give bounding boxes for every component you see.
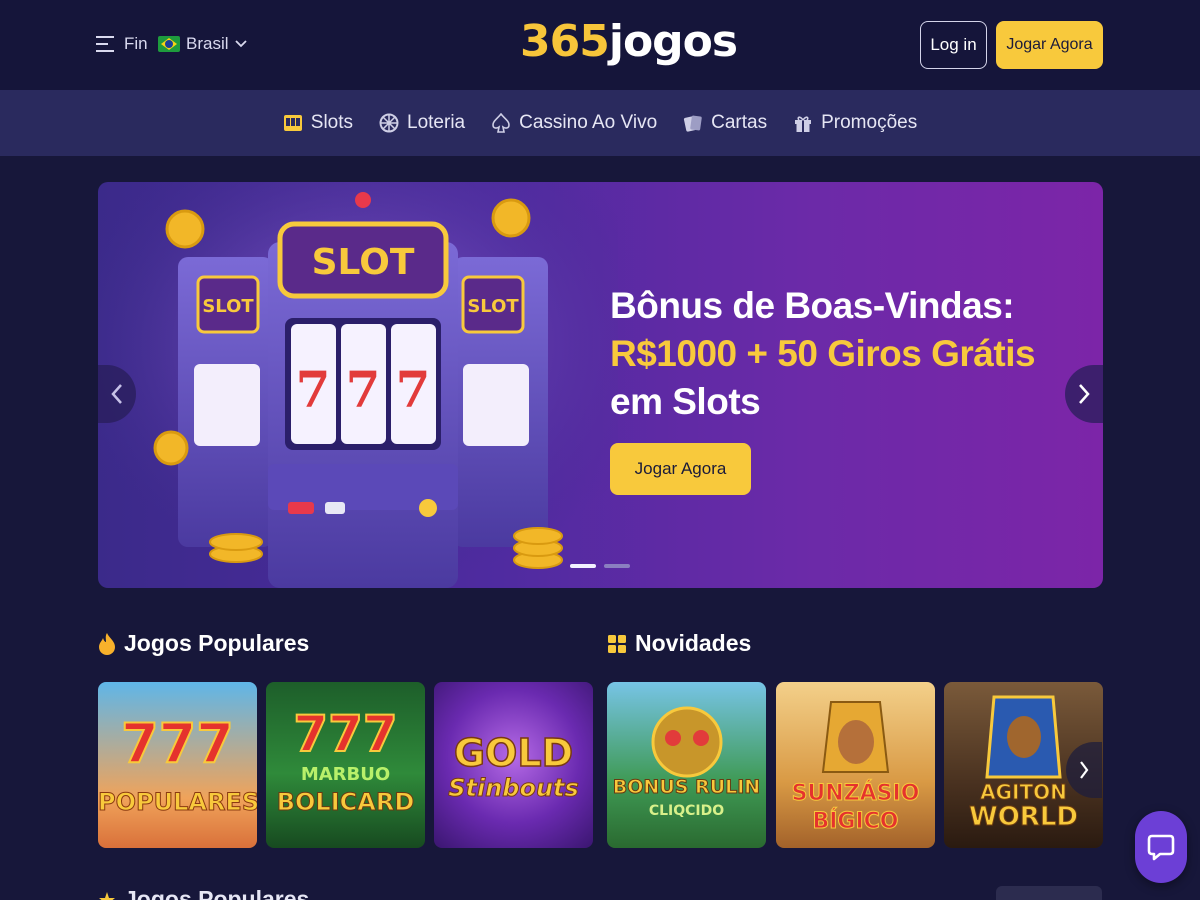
language-label: Brasil bbox=[186, 34, 229, 53]
hero-line-3: em Slots bbox=[610, 381, 761, 422]
chat-bubble-icon bbox=[1147, 834, 1175, 861]
reel-symbol: 7 bbox=[296, 360, 331, 419]
game-title-line: SUNZÁSIO bbox=[791, 781, 920, 806]
game-title-line: GOLD bbox=[453, 731, 574, 775]
game-card-marbuo-bolicard[interactable]: 777 MARBUO BOLICARD bbox=[266, 682, 425, 848]
nav-label: Promoções bbox=[821, 112, 918, 133]
cards-icon bbox=[684, 115, 702, 132]
game-title-line: BONUS RULIN bbox=[612, 776, 761, 798]
game-title-line: 777 bbox=[120, 712, 235, 775]
header: Fin Brasil 365jogos Log in Jogar Agora bbox=[0, 0, 1200, 90]
carousel-dot-2[interactable] bbox=[604, 564, 630, 568]
nav-item-promocoes[interactable]: Promoções bbox=[793, 112, 917, 134]
nav-label: Cartas bbox=[711, 112, 768, 133]
popular-games-title: Jogos Populares bbox=[124, 630, 310, 656]
chevron-right-icon bbox=[1080, 761, 1089, 779]
hero-banner[interactable]: SLOT SLOT SLOT 7 7 7 Bônus de Boas-Vinda… bbox=[98, 182, 1103, 588]
new-games-title: Novidades bbox=[635, 630, 752, 656]
side-slot-label: SLOT bbox=[202, 296, 254, 317]
new-games-heading: Novidades bbox=[607, 630, 751, 657]
bottom-section-title: Jogos Populares bbox=[124, 886, 310, 900]
language-selector[interactable]: Brasil bbox=[158, 34, 247, 54]
game-title-line: WORLD bbox=[969, 802, 1079, 832]
category-nav: Slots Loteria Cassino Ao Vivo Cartas Pro… bbox=[0, 90, 1200, 156]
game-card-bonus-rulin[interactable]: BONUS RULIN CLIQCIDO bbox=[607, 682, 766, 848]
nav-item-loteria[interactable]: Loteria bbox=[379, 112, 465, 134]
game-title-line: MARBUO bbox=[300, 764, 391, 785]
spade-icon bbox=[492, 113, 510, 133]
reel-symbol: 7 bbox=[346, 360, 381, 419]
nav-item-slots[interactable]: Slots bbox=[283, 112, 353, 134]
game-card-sunzasio-bigico[interactable]: SUNZÁSIO BÍGICO bbox=[776, 682, 935, 848]
carousel-dot-1[interactable] bbox=[570, 564, 596, 568]
menu-button[interactable]: Fin bbox=[96, 34, 148, 54]
nav-label: Slots bbox=[310, 112, 354, 133]
star-icon bbox=[99, 891, 115, 900]
slot-machine-illustration: SLOT SLOT SLOT 7 7 7 bbox=[98, 182, 618, 588]
nav-item-cassino-ao-vivo[interactable]: Cassino Ao Vivo bbox=[491, 112, 657, 134]
chat-support-button[interactable] bbox=[1135, 811, 1187, 883]
slot-machine-icon bbox=[283, 115, 302, 131]
game-title-line: BOLICARD bbox=[276, 788, 415, 816]
owl-mask-art bbox=[651, 706, 723, 778]
nav-label: Cassino Ao Vivo bbox=[519, 112, 658, 133]
fire-icon bbox=[99, 632, 115, 655]
nav-label: Loteria bbox=[407, 112, 466, 133]
game-title-line: Stinbouts bbox=[448, 774, 580, 802]
logo-text: jogos bbox=[608, 16, 738, 67]
game-title-line: CLIQCIDO bbox=[648, 803, 725, 819]
play-now-button[interactable]: Jogar Agora bbox=[996, 21, 1103, 69]
game-card-populares[interactable]: 777 POPULARES bbox=[98, 682, 257, 848]
hero-play-button[interactable]: Jogar Agora bbox=[610, 443, 751, 495]
game-card-gold-stinbouts[interactable]: GOLD Stinbouts bbox=[434, 682, 593, 848]
gift-icon bbox=[795, 116, 812, 132]
section-filter-chip[interactable] bbox=[996, 886, 1102, 900]
chevron-down-icon bbox=[234, 40, 247, 48]
lottery-ball-icon bbox=[379, 113, 399, 133]
login-button[interactable]: Log in bbox=[920, 21, 987, 69]
game-title-line: BÍGICO bbox=[812, 809, 899, 834]
chevron-right-icon bbox=[1079, 384, 1090, 404]
hero-line-1: Bônus de Boas-Vindas: bbox=[610, 285, 1015, 326]
nav-item-cartas[interactable]: Cartas bbox=[683, 112, 767, 134]
game-title-line: POPULARES bbox=[98, 788, 257, 816]
side-slot-label-right: SLOT bbox=[467, 296, 519, 317]
hero-headline: Bônus de Boas-Vindas: R$1000 + 50 Giros … bbox=[610, 282, 1070, 426]
main-slot-label: SLOT bbox=[312, 242, 415, 283]
logo-number: 365 bbox=[520, 16, 610, 67]
grid-icon bbox=[608, 634, 626, 653]
carousel-indicators bbox=[570, 564, 630, 568]
game-title-line: 777 bbox=[292, 705, 398, 763]
site-logo[interactable]: 365jogos bbox=[520, 16, 738, 67]
hamburger-icon bbox=[96, 36, 114, 52]
hero-line-2: R$1000 + 50 Giros Grátis bbox=[610, 333, 1036, 374]
popular-games-heading-2: Jogos Populares bbox=[98, 886, 309, 900]
chevron-left-icon bbox=[111, 384, 122, 404]
reel-symbol: 7 bbox=[396, 360, 431, 419]
menu-label: Fin bbox=[124, 34, 148, 53]
popular-games-heading: Jogos Populares bbox=[98, 630, 309, 657]
brazil-flag-icon bbox=[158, 36, 180, 52]
